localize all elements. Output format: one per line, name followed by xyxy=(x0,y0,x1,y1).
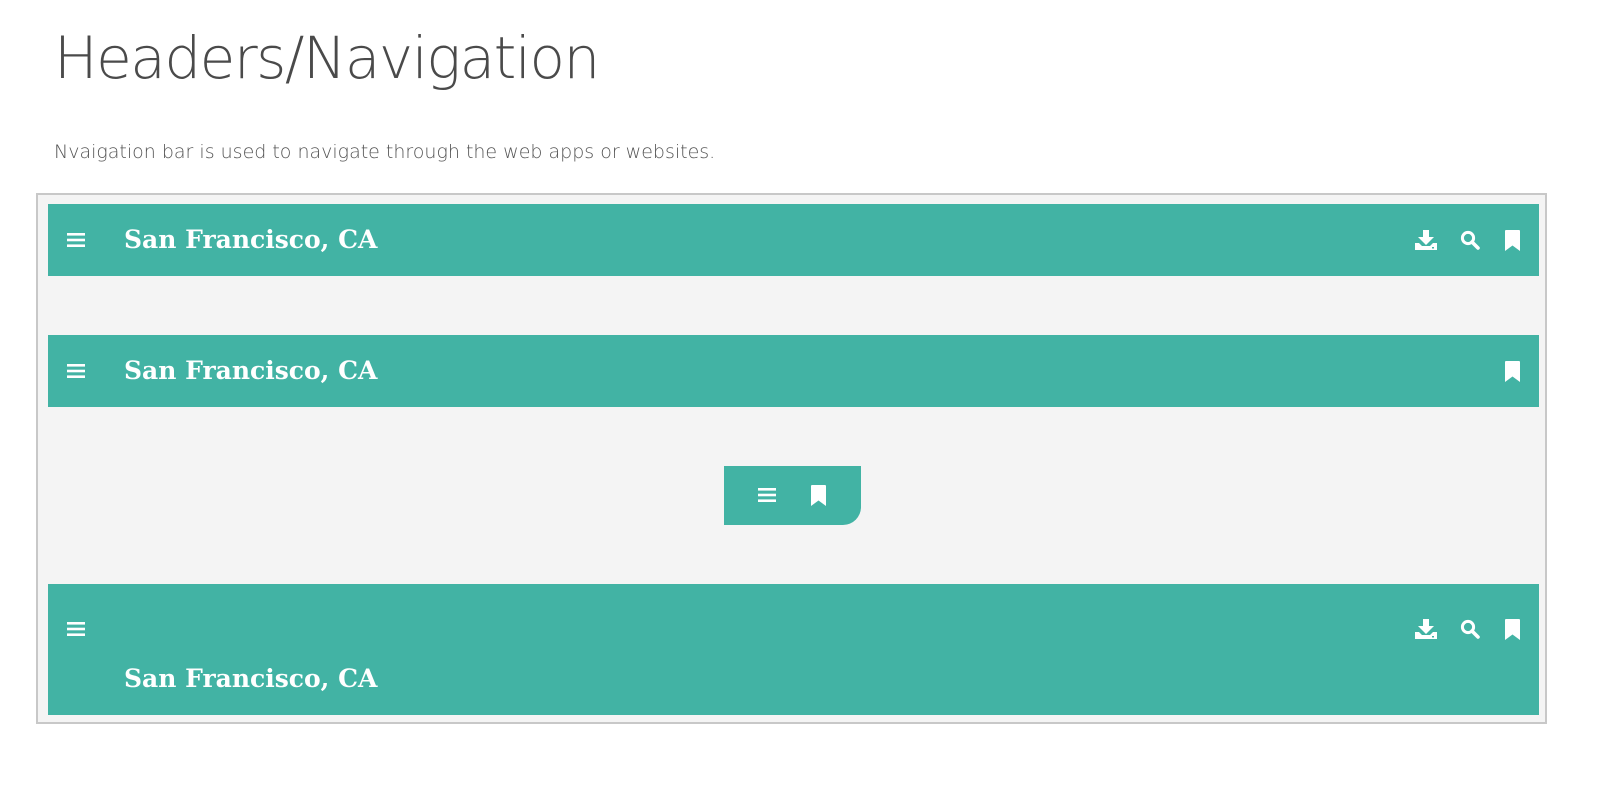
compact-floating-app-bar xyxy=(724,466,861,525)
bookmark-icon[interactable] xyxy=(1499,616,1525,642)
page-description: Nvaigation bar is used to navigate throu… xyxy=(54,141,716,163)
app-bar-title: San Francisco, CA xyxy=(124,225,378,254)
search-icon[interactable] xyxy=(1457,616,1483,642)
bookmark-icon[interactable] xyxy=(805,482,831,508)
top-app-bar-single-action: San Francisco, CA xyxy=(48,335,1539,407)
bookmark-icon[interactable] xyxy=(1499,358,1525,384)
menu-icon[interactable] xyxy=(63,227,89,253)
download-icon[interactable] xyxy=(1413,616,1439,642)
app-bar-title: San Francisco, CA xyxy=(124,664,378,693)
top-app-bar-prominent: San Francisco, CA xyxy=(48,584,1539,715)
bookmark-icon[interactable] xyxy=(1499,227,1525,253)
search-icon[interactable] xyxy=(1457,227,1483,253)
menu-icon[interactable] xyxy=(754,482,780,508)
menu-icon[interactable] xyxy=(63,616,89,642)
top-app-bar-regular: San Francisco, CA xyxy=(48,204,1539,276)
menu-icon[interactable] xyxy=(63,358,89,384)
navigation-demo-container: San Francisco, CA San Francisco, CA San … xyxy=(36,193,1547,724)
page-title: Headers/Navigation xyxy=(54,24,600,92)
download-icon[interactable] xyxy=(1413,227,1439,253)
app-bar-title: San Francisco, CA xyxy=(124,356,378,385)
